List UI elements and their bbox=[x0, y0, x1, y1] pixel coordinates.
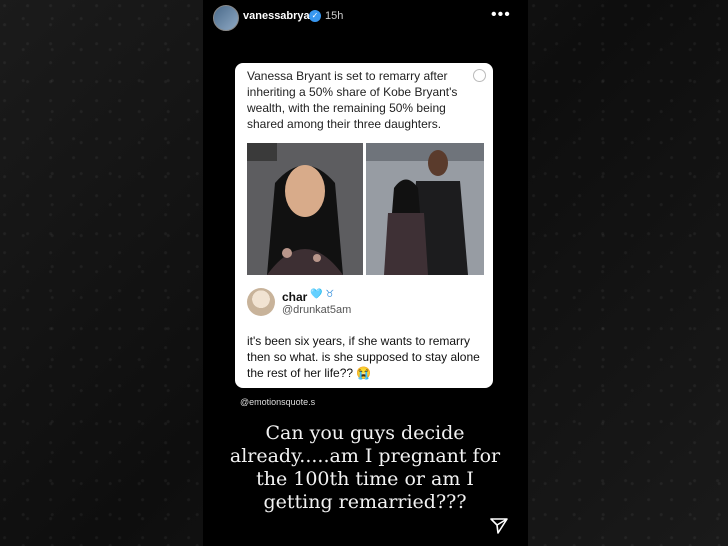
more-options-icon[interactable]: ••• bbox=[491, 6, 511, 24]
tweet-author-emoji: 🩵 ♉︎ bbox=[310, 289, 335, 300]
tweet-author-name[interactable]: char bbox=[282, 290, 307, 304]
source-credit[interactable]: @emotionsquote.s bbox=[240, 397, 315, 407]
instagram-story: vanessabryant ✓ 15h ••• Vanessa Bryant i… bbox=[203, 0, 528, 546]
photo-vanessa bbox=[247, 143, 363, 275]
post-text: Vanessa Bryant is set to remarry after i… bbox=[247, 69, 458, 131]
tweet-author-handle[interactable]: @drunkat5am bbox=[282, 304, 351, 316]
tweet-body: it's been six years, if she wants to rem… bbox=[247, 334, 480, 380]
shared-post-card: Vanessa Bryant is set to remarry after i… bbox=[235, 63, 493, 388]
story-caption: Can you guys decide already.....am I pre… bbox=[229, 422, 501, 513]
loading-circle-icon bbox=[473, 69, 486, 82]
profile-avatar[interactable] bbox=[213, 5, 239, 31]
send-icon[interactable] bbox=[489, 516, 509, 536]
story-header: vanessabryant ✓ 15h ••• bbox=[203, 0, 528, 36]
verified-badge-icon: ✓ bbox=[309, 10, 321, 22]
story-timestamp: 15h bbox=[325, 10, 344, 22]
tweet-avatar[interactable] bbox=[247, 288, 275, 316]
photo-couple bbox=[366, 143, 484, 275]
